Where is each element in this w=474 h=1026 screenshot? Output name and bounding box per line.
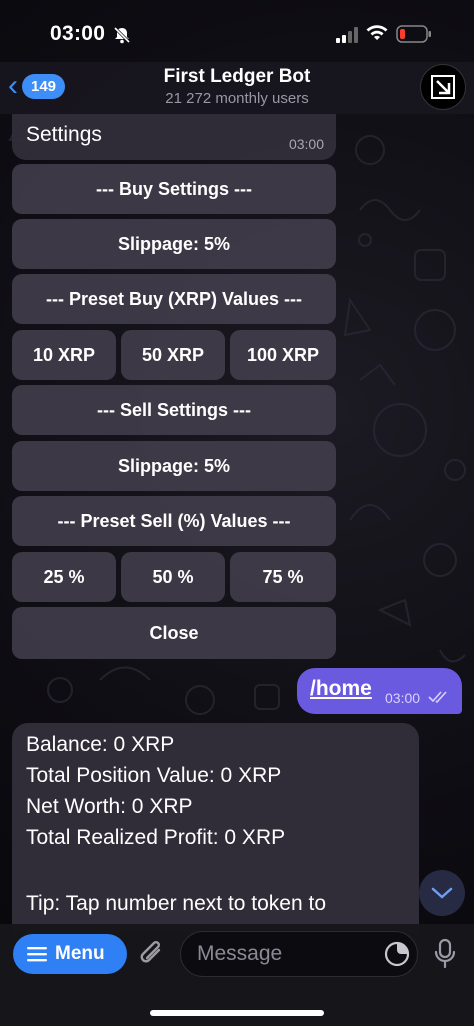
close-button[interactable]: Close	[12, 607, 336, 659]
sell-50-percent-button[interactable]: 50 %	[121, 552, 225, 602]
home-command-link[interactable]: /home	[310, 677, 372, 701]
balance-message: Balance: 0 XRP Total Position Value: 0 X…	[12, 723, 419, 933]
double-check-icon	[428, 691, 447, 704]
position-value-line: Total Position Value: 0 XRP	[26, 764, 282, 787]
bell-slash-icon	[113, 26, 131, 44]
signal-icon	[336, 27, 358, 43]
preset-sell-header-button[interactable]: --- Preset Sell (%) Values ---	[12, 496, 336, 546]
sell-75-percent-button[interactable]: 75 %	[230, 552, 336, 602]
scroll-down-button[interactable]	[419, 870, 465, 916]
message-input[interactable]	[180, 931, 418, 977]
sell-25-percent-button[interactable]: 25 %	[12, 552, 116, 602]
hamburger-icon	[27, 947, 47, 962]
net-worth-line: Net Worth: 0 XRP	[26, 795, 193, 818]
paperclip-icon[interactable]	[137, 938, 167, 970]
battery-icon	[396, 25, 431, 43]
status-time: 03:00	[50, 22, 106, 45]
outgoing-message: /home 03:00	[297, 668, 462, 714]
bot-avatar[interactable]	[420, 64, 466, 110]
tip-line: Tip: Tap number next to token to	[26, 892, 327, 915]
status-bar: 03:00	[0, 0, 474, 62]
buy-slippage-button[interactable]: Slippage: 5%	[12, 219, 336, 269]
chat-title[interactable]: First Ledger Bot	[0, 66, 474, 88]
message-time: 03:00	[288, 136, 324, 152]
realized-profit-line: Total Realized Profit: 0 XRP	[26, 826, 286, 849]
buy-settings-header-button[interactable]: --- Buy Settings ---	[12, 164, 336, 214]
buy-50-xrp-button[interactable]: 50 XRP	[121, 330, 225, 380]
menu-button[interactable]: Menu	[13, 934, 127, 974]
chat-subtitle: 21 272 monthly users	[165, 90, 309, 107]
balance-line: Balance: 0 XRP	[26, 733, 175, 756]
bot-logo-icon	[431, 75, 455, 99]
wifi-icon	[366, 25, 388, 40]
settings-message: Settings 03:00	[12, 114, 336, 160]
buy-10-xrp-button[interactable]: 10 XRP	[12, 330, 116, 380]
sell-slippage-button[interactable]: Slippage: 5%	[12, 441, 336, 491]
buy-100-xrp-button[interactable]: 100 XRP	[230, 330, 336, 380]
chevron-down-icon	[431, 887, 453, 899]
settings-message-text: Settings	[26, 123, 102, 146]
preset-buy-header-button[interactable]: --- Preset Buy (XRP) Values ---	[12, 274, 336, 324]
microphone-icon[interactable]	[433, 938, 457, 970]
home-indicator	[150, 1010, 324, 1016]
sticker-icon[interactable]	[384, 941, 410, 967]
message-composer: Menu	[0, 924, 474, 1026]
message-time: 03:00	[385, 690, 421, 706]
chat-header: ‹ 149 First Ledger Bot 21 272 monthly us…	[0, 62, 474, 114]
sell-settings-header-button[interactable]: --- Sell Settings ---	[12, 385, 336, 435]
menu-label: Menu	[55, 943, 105, 964]
